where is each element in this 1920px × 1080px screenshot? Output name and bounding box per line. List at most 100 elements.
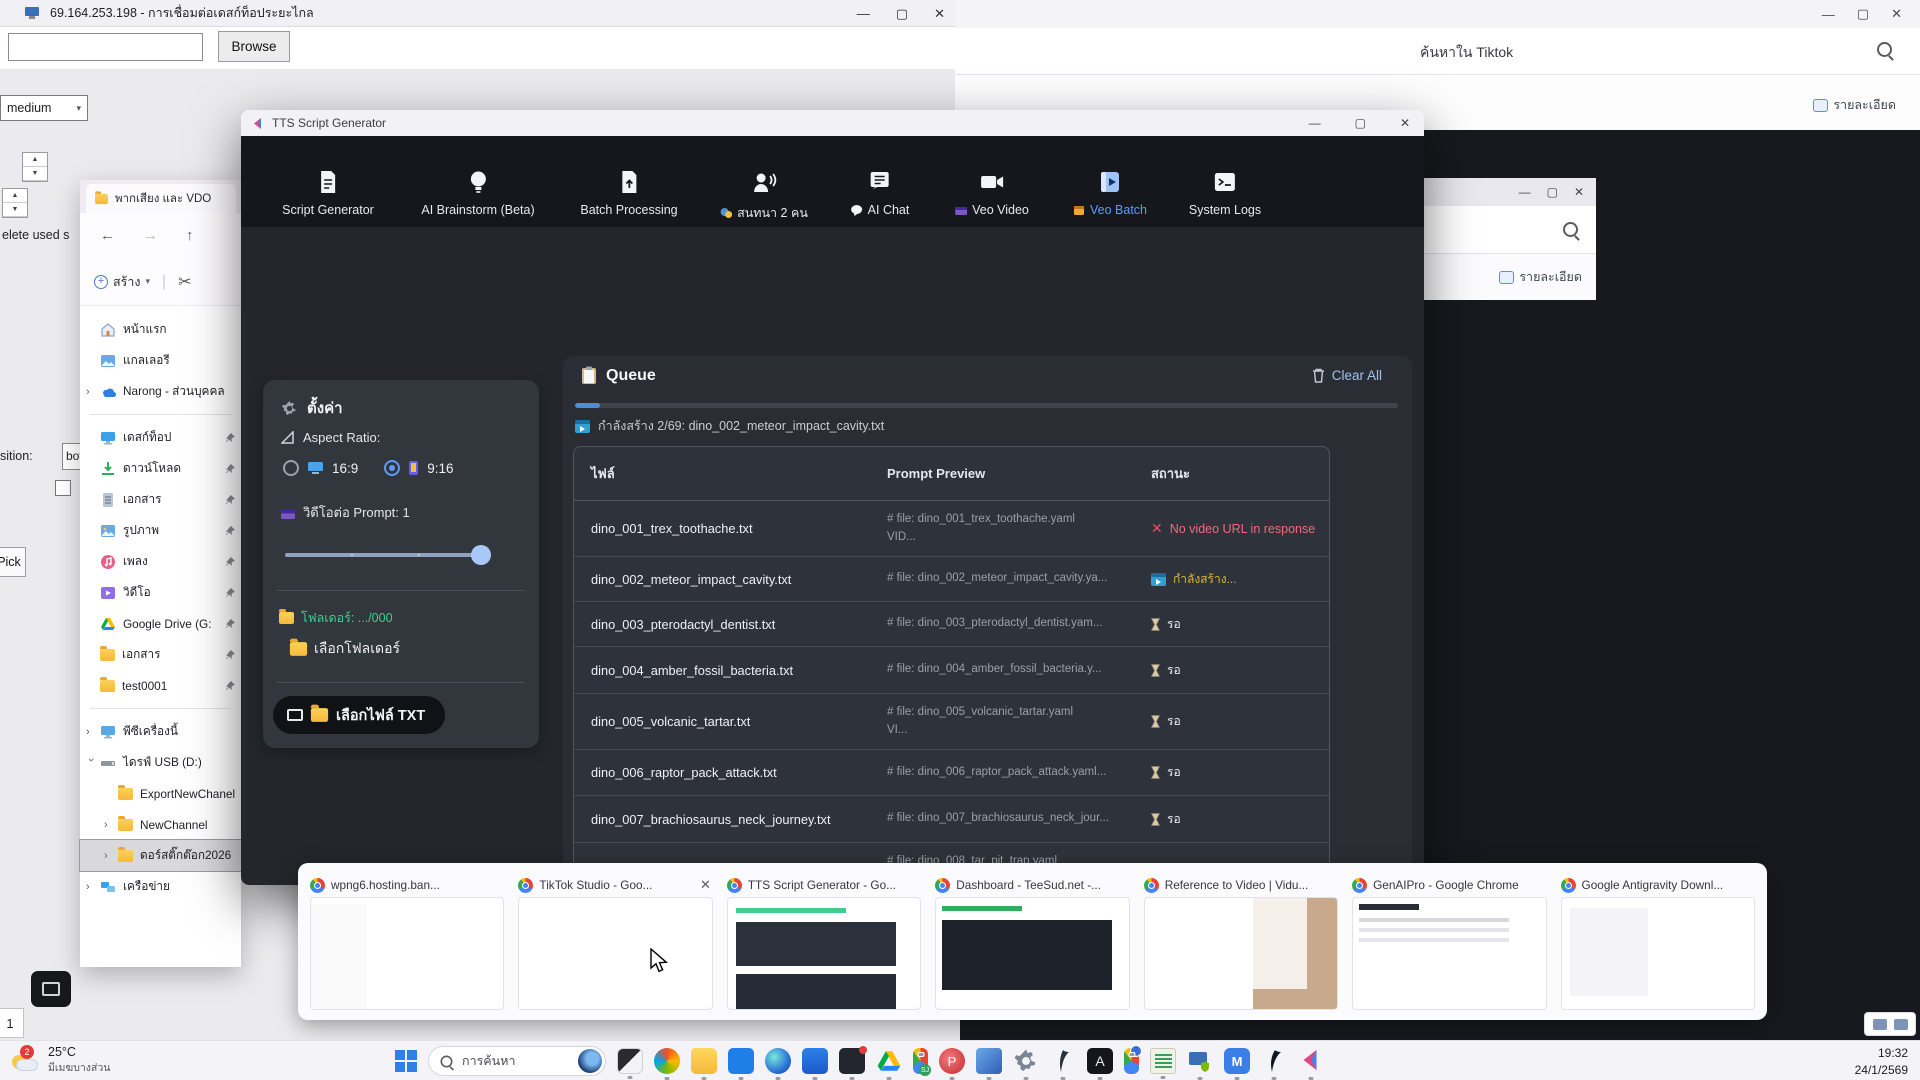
- chevron-right-icon[interactable]: ›: [86, 386, 96, 398]
- thumbnail-vidu[interactable]: Reference to Video | Vidu...: [1144, 873, 1338, 1010]
- sidebar-item-gallery[interactable]: แกลเลอรี: [80, 345, 241, 376]
- thumbnail-dashboard[interactable]: Dashboard - TeeSud.net -...: [935, 873, 1129, 1010]
- close-icon[interactable]: ✕: [700, 877, 713, 893]
- thumbnail-preview[interactable]: [310, 897, 504, 1010]
- search-icon[interactable]: [1563, 222, 1578, 237]
- sidebar-item-videos[interactable]: วิดีโอ: [80, 577, 241, 608]
- m-blue-app-icon[interactable]: M: [1224, 1048, 1250, 1074]
- thumbnail-preview[interactable]: [1144, 897, 1338, 1010]
- sidebar-item-newchannel[interactable]: › NewChannel: [80, 809, 241, 840]
- sidebar-item-documents[interactable]: เอกสาร: [80, 484, 241, 515]
- table-row[interactable]: dino_005_volcanic_tartar.txt # file: din…: [574, 694, 1329, 750]
- thumbnail-preview[interactable]: [1561, 897, 1755, 1010]
- floating-widget-icon[interactable]: [31, 971, 71, 1007]
- feather-pen2-icon[interactable]: [1261, 1048, 1287, 1074]
- thumbnail-preview[interactable]: [1352, 897, 1546, 1010]
- table-row[interactable]: dino_004_amber_fossil_bacteria.txt # fil…: [574, 647, 1329, 694]
- sidebar-item-network[interactable]: › เครือข่าย: [80, 871, 241, 902]
- choose-txt-button[interactable]: เลือกไฟล์ TXT: [273, 696, 445, 734]
- blue-tiles-app-icon[interactable]: [976, 1048, 1002, 1074]
- background-window-controls[interactable]: — ▢ ✕: [1822, 6, 1902, 22]
- choose-folder-button[interactable]: เลือกโฟลเดอร์: [291, 638, 400, 660]
- tab-veo-batch[interactable]: Veo Batch: [1073, 170, 1147, 217]
- sidebar-item-desktop[interactable]: เดสก์ท็อป: [80, 422, 241, 453]
- tab-ai-chat[interactable]: AI Chat: [851, 170, 910, 217]
- thumbnail-tts-generator[interactable]: TTS Script Generator - Go...: [727, 873, 921, 1010]
- thumbnail-genaipro[interactable]: GenAIPro - Google Chrome: [1352, 873, 1546, 1010]
- task-view-icon[interactable]: [617, 1048, 643, 1074]
- sidebar-item-google-drive[interactable]: Google Drive (G:: [80, 608, 241, 639]
- slider-handle[interactable]: [471, 545, 491, 565]
- maximize-icon[interactable]: ▢: [1355, 116, 1366, 130]
- radio-selected-icon[interactable]: [384, 460, 400, 476]
- sidebar-item-usb-drive[interactable]: › ไดรฟ์ USB (D:): [80, 747, 241, 778]
- tab-conversation[interactable]: สนทนา 2 คน: [720, 170, 808, 223]
- chevron-right-icon[interactable]: ›: [86, 726, 96, 738]
- spinner-control-2[interactable]: ▲▼: [2, 188, 28, 218]
- minimize-icon[interactable]: —: [857, 6, 870, 21]
- chrome-profile-icon[interactable]: SJ: [913, 1048, 928, 1074]
- sidebar-item-test0001[interactable]: test0001: [80, 670, 241, 701]
- settings-gear-icon[interactable]: [1013, 1048, 1039, 1074]
- table-row[interactable]: dino_001_trex_toothache.txt # file: dino…: [574, 501, 1329, 557]
- chevron-right-icon[interactable]: ›: [86, 881, 96, 893]
- radio-icon[interactable]: [283, 460, 299, 476]
- chevron-right-icon[interactable]: ›: [104, 819, 114, 831]
- details-link-top[interactable]: รายละเอียด: [1813, 95, 1896, 115]
- pc-security-icon[interactable]: [1187, 1048, 1213, 1074]
- tts-window-controls[interactable]: — ▢ ✕: [1309, 110, 1410, 136]
- notepad-app-icon[interactable]: [1150, 1048, 1176, 1074]
- close-icon[interactable]: ✕: [934, 6, 945, 22]
- thumbnail-preview[interactable]: [727, 897, 921, 1010]
- details-link-mid[interactable]: รายละเอียด: [1499, 267, 1582, 287]
- red-p-app-icon[interactable]: P: [939, 1048, 965, 1074]
- explorer-tab[interactable]: พากเสียง และ VDO: [86, 184, 236, 213]
- table-row[interactable]: dino_003_pterodactyl_dentist.txt # file:…: [574, 602, 1329, 647]
- thumbnail-antigravity[interactable]: Google Antigravity Downl...: [1561, 873, 1755, 1010]
- medium-dropdown[interactable]: medium ▾: [0, 95, 88, 121]
- chrome-globe-icon[interactable]: [1124, 1048, 1139, 1074]
- app-notification-icon[interactable]: [839, 1048, 865, 1074]
- close-icon[interactable]: ✕: [1574, 185, 1584, 199]
- tts-titlebar[interactable]: TTS Script Generator — ▢ ✕: [241, 110, 1424, 136]
- sidebar-item-pictures[interactable]: รูปภาพ: [80, 515, 241, 546]
- table-row[interactable]: dino_002_meteor_impact_cavity.txt # file…: [574, 557, 1329, 602]
- minimize-icon[interactable]: —: [1822, 7, 1835, 22]
- pick-button[interactable]: Pick: [0, 547, 26, 577]
- a-dark-app-icon[interactable]: A: [1087, 1048, 1113, 1074]
- weather-widget[interactable]: 2 25°C มีเมฆบางส่วน: [10, 1045, 110, 1076]
- sidebar-item-this-pc[interactable]: › พีซีเครื่องนี้: [80, 716, 241, 747]
- tab-system-logs[interactable]: System Logs: [1189, 170, 1261, 217]
- chevron-down-icon[interactable]: ›: [85, 758, 97, 768]
- tab-ai-brainstorm[interactable]: AI Brainstorm (Beta): [421, 170, 534, 217]
- tts-app-icon[interactable]: [1298, 1048, 1324, 1074]
- remote-desktop-titlebar[interactable]: 69.164.253.198 - การเชื่อมต่อเดสก์ท็อประ…: [0, 0, 955, 27]
- feather-pen-icon[interactable]: [1050, 1048, 1076, 1074]
- sidebar-item-selected-folder[interactable]: › ดอร์สติ๊กต๊อก2026: [80, 840, 241, 871]
- table-row[interactable]: dino_006_raptor_pack_attack.txt # file: …: [574, 750, 1329, 796]
- minimize-icon[interactable]: —: [1519, 185, 1531, 199]
- taskbar-corner-icons[interactable]: [1864, 1012, 1916, 1036]
- maximize-icon[interactable]: ▢: [896, 6, 908, 22]
- thumbnail-preview[interactable]: [935, 897, 1129, 1010]
- edge-icon[interactable]: [765, 1048, 791, 1074]
- chevron-right-icon[interactable]: ›: [104, 850, 114, 862]
- maximize-icon[interactable]: ▢: [1547, 185, 1558, 199]
- taskbar-search[interactable]: การค้นหา: [428, 1046, 606, 1076]
- browse-button[interactable]: Browse: [218, 31, 290, 62]
- sidebar-item-music[interactable]: เพลง: [80, 546, 241, 577]
- close-icon[interactable]: ✕: [1400, 116, 1410, 130]
- back-icon[interactable]: ←: [100, 227, 115, 244]
- keyboard-icon[interactable]: [1873, 1019, 1887, 1030]
- up-icon[interactable]: ↑: [186, 227, 194, 244]
- thumbnail-wpng6[interactable]: wpng6.hosting.ban...: [310, 873, 504, 1010]
- tiktok-search-text[interactable]: ค้นหาใน Tiktok: [1420, 42, 1513, 64]
- copilot-icon[interactable]: [654, 1048, 680, 1074]
- microsoft-store-icon[interactable]: [728, 1048, 754, 1074]
- forward-icon[interactable]: →: [143, 227, 158, 244]
- ratio-9-16-option[interactable]: 9:16: [384, 460, 453, 476]
- file-explorer-icon[interactable]: [691, 1048, 717, 1074]
- sidebar-item-exportnewchanel[interactable]: ExportNewChanel: [80, 778, 241, 809]
- sidebar-item-onedrive[interactable]: › Narong - ส่วนบุคคล: [80, 376, 241, 407]
- table-row[interactable]: dino_007_brachiosaurus_neck_journey.txt …: [574, 796, 1329, 843]
